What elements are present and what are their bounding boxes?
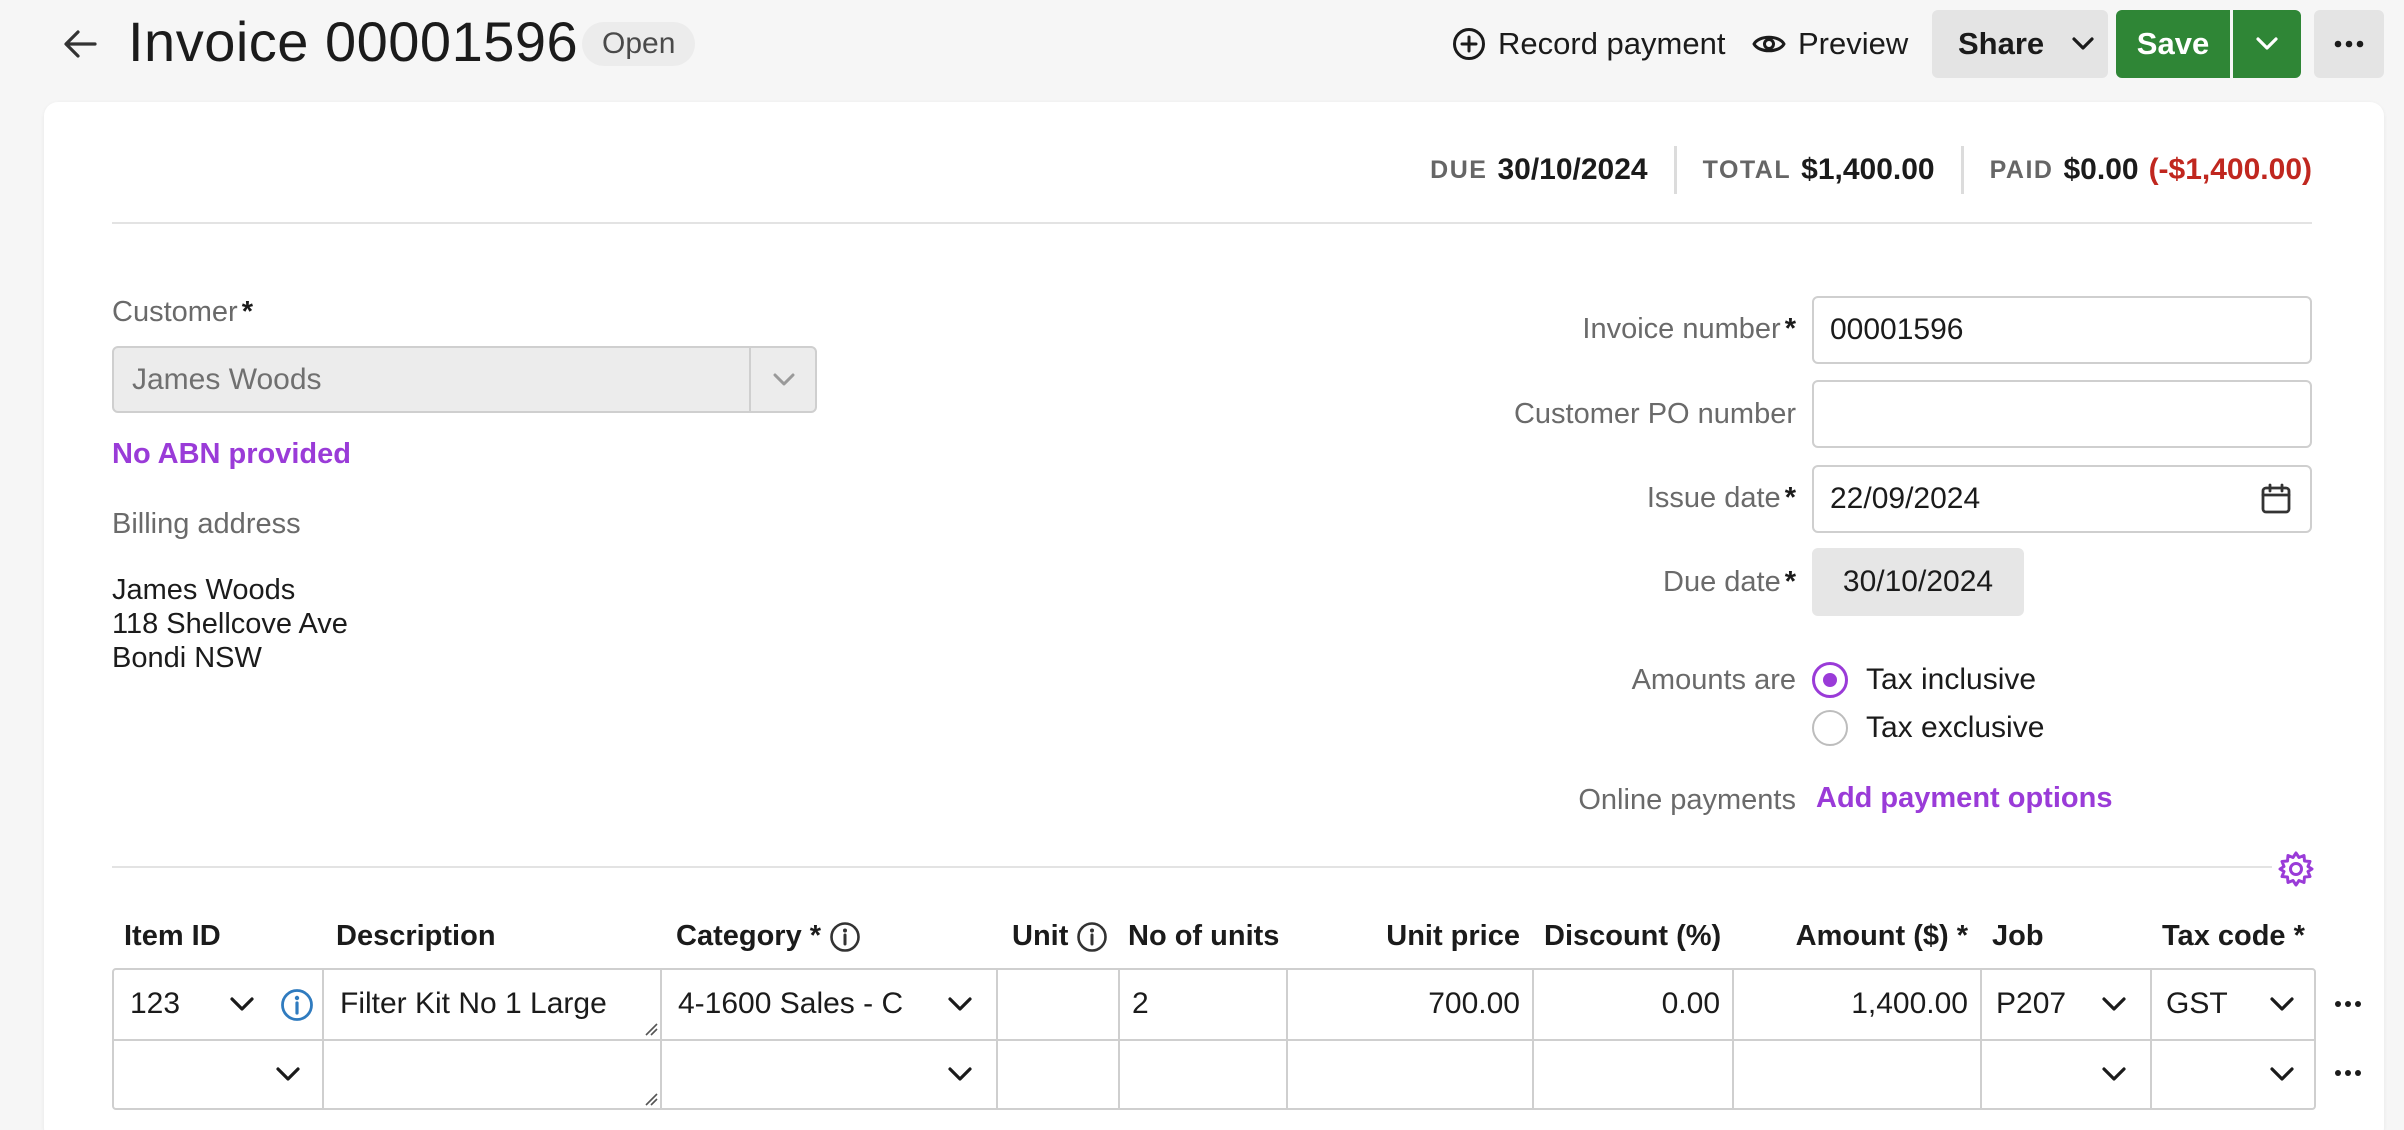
- tax-code-select[interactable]: GST: [2166, 970, 2266, 1038]
- chevron-down-icon[interactable]: [274, 1064, 302, 1084]
- tax-exclusive-label: Tax exclusive: [1866, 711, 2045, 744]
- address-line: James Woods: [112, 574, 296, 606]
- address-line: 118 Shellcove Ave: [112, 608, 348, 640]
- save-options-button[interactable]: [2233, 10, 2301, 78]
- customer-select[interactable]: James Woods: [112, 346, 817, 413]
- tax-inclusive-option[interactable]: Tax inclusive: [1812, 662, 2036, 698]
- more-options-button[interactable]: [2314, 10, 2384, 78]
- col-tax-code: Tax code *: [2162, 920, 2305, 952]
- no-abn-link[interactable]: No ABN provided: [112, 438, 351, 471]
- customer-po-label: Customer PO number: [1513, 398, 1796, 430]
- issue-date-value: 22/09/2024: [1830, 482, 1981, 515]
- paid-balance: (-$1,400.00): [2148, 153, 2312, 186]
- preview-button[interactable]: Preview: [1752, 18, 1908, 70]
- amount-input[interactable]: 1,400.00: [1746, 970, 1968, 1038]
- summary-due: DUE 30/10/2024: [1404, 146, 1673, 194]
- line-items-table: 123 Filter Kit No 1 Large 4-1600 Sales -…: [112, 968, 2316, 1110]
- row-more-icon[interactable]: [2334, 1069, 2362, 1077]
- summary-total: TOTAL $1,400.00: [1673, 146, 1961, 194]
- billing-address: James Woods 118 Shellcove Ave Bondi NSW: [112, 573, 348, 675]
- customer-label: Customer *: [112, 296, 253, 328]
- col-job: Job: [1992, 920, 2044, 952]
- tax-exclusive-radio[interactable]: [1812, 710, 1848, 746]
- add-payment-options-link[interactable]: Add payment options: [1816, 782, 2112, 815]
- record-payment-label: Record payment: [1498, 26, 1726, 61]
- plus-circle-icon: [1453, 28, 1485, 60]
- info-icon[interactable]: [1076, 921, 1108, 953]
- category-select[interactable]: 4-1600 Sales - C: [678, 970, 918, 1038]
- paid-label: PAID: [1989, 155, 2054, 184]
- col-amount: Amount ($) *: [1795, 920, 1968, 952]
- total-value: $1,400.00: [1801, 153, 1935, 186]
- col-unit: Unit: [1012, 920, 1108, 953]
- calendar-icon[interactable]: [2260, 483, 2292, 515]
- col-no-of-units: No of units: [1128, 920, 1280, 952]
- col-discount: Discount (%): [1544, 920, 1722, 952]
- chevron-down-icon[interactable]: [2268, 994, 2296, 1014]
- more-horizontal-icon: [2334, 40, 2364, 48]
- share-button[interactable]: Share: [1932, 10, 2108, 78]
- tax-inclusive-radio[interactable]: [1812, 662, 1848, 698]
- select-divider: [749, 348, 751, 411]
- due-date-value: 30/10/2024: [1812, 548, 2024, 616]
- col-category: Category *: [676, 920, 861, 953]
- amounts-are-label: Amounts are: [1631, 664, 1796, 696]
- arrow-left-icon: [64, 30, 97, 58]
- tax-inclusive-label: Tax inclusive: [1866, 663, 2037, 696]
- chevron-down-icon: [773, 373, 795, 386]
- chevron-down-icon[interactable]: [946, 994, 974, 1014]
- chevron-down-icon: [2072, 37, 2094, 50]
- due-label: DUE: [1430, 155, 1488, 184]
- chevron-down-icon[interactable]: [946, 1064, 974, 1084]
- col-item-id: Item ID: [124, 920, 221, 952]
- status-badge: Open: [582, 22, 696, 66]
- chevron-down-icon[interactable]: [2100, 994, 2128, 1014]
- gear-icon[interactable]: [2277, 850, 2315, 888]
- paid-value: $0.00: [2063, 153, 2139, 186]
- resize-handle-icon[interactable]: [644, 1092, 658, 1106]
- online-payments-label: Online payments: [1578, 784, 1796, 816]
- eye-icon: [1752, 35, 1786, 53]
- billing-address-label: Billing address: [112, 508, 301, 540]
- record-payment-button[interactable]: Record payment: [1452, 18, 1725, 70]
- chevron-down-icon[interactable]: [2268, 1064, 2296, 1084]
- chevron-down-icon[interactable]: [2100, 1064, 2128, 1084]
- description-input[interactable]: Filter Kit No 1 Large: [340, 970, 650, 1038]
- tax-exclusive-option[interactable]: Tax exclusive: [1812, 710, 2044, 746]
- share-label: Share: [1958, 26, 2045, 61]
- chevron-down-icon: [2256, 37, 2278, 50]
- job-select[interactable]: P207: [1996, 970, 2096, 1038]
- unit-price-input[interactable]: 700.00: [1300, 970, 1520, 1038]
- invoice-number-label: Invoice number *: [1582, 313, 1796, 345]
- invoice-summary: DUE 30/10/2024 TOTAL $1,400.00 PAID $0.0…: [1404, 146, 2312, 194]
- chevron-down-icon[interactable]: [228, 994, 256, 1014]
- row-more-icon[interactable]: [2334, 1000, 2362, 1008]
- summary-paid: PAID $0.00 (-$1,400.00): [1960, 146, 2312, 194]
- total-label: TOTAL: [1702, 155, 1792, 184]
- page-title: Invoice 00001596: [128, 10, 579, 73]
- customer-value: James Woods: [132, 363, 322, 396]
- customer-po-input[interactable]: [1812, 380, 2312, 448]
- discount-input[interactable]: 0.00: [1546, 970, 1720, 1038]
- resize-handle-icon[interactable]: [644, 1022, 658, 1036]
- due-date-label: Due date *: [1663, 566, 1796, 598]
- due-value: 30/10/2024: [1497, 153, 1648, 186]
- no-of-units-input[interactable]: 2: [1132, 970, 1272, 1038]
- col-unit-price: Unit price: [1386, 920, 1520, 952]
- preview-label: Preview: [1798, 26, 1909, 61]
- info-icon[interactable]: [829, 921, 861, 953]
- issue-date-label: Issue date *: [1646, 482, 1796, 514]
- col-description: Description: [336, 920, 496, 952]
- invoice-number-input[interactable]: 00001596: [1812, 296, 2312, 364]
- back-button[interactable]: [56, 20, 104, 68]
- issue-date-input[interactable]: 22/09/2024: [1812, 465, 2312, 533]
- info-icon[interactable]: [280, 988, 314, 1022]
- divider: [112, 222, 2312, 224]
- save-button[interactable]: Save: [2116, 10, 2230, 78]
- address-line: Bondi NSW: [112, 642, 262, 674]
- divider: [112, 866, 2272, 868]
